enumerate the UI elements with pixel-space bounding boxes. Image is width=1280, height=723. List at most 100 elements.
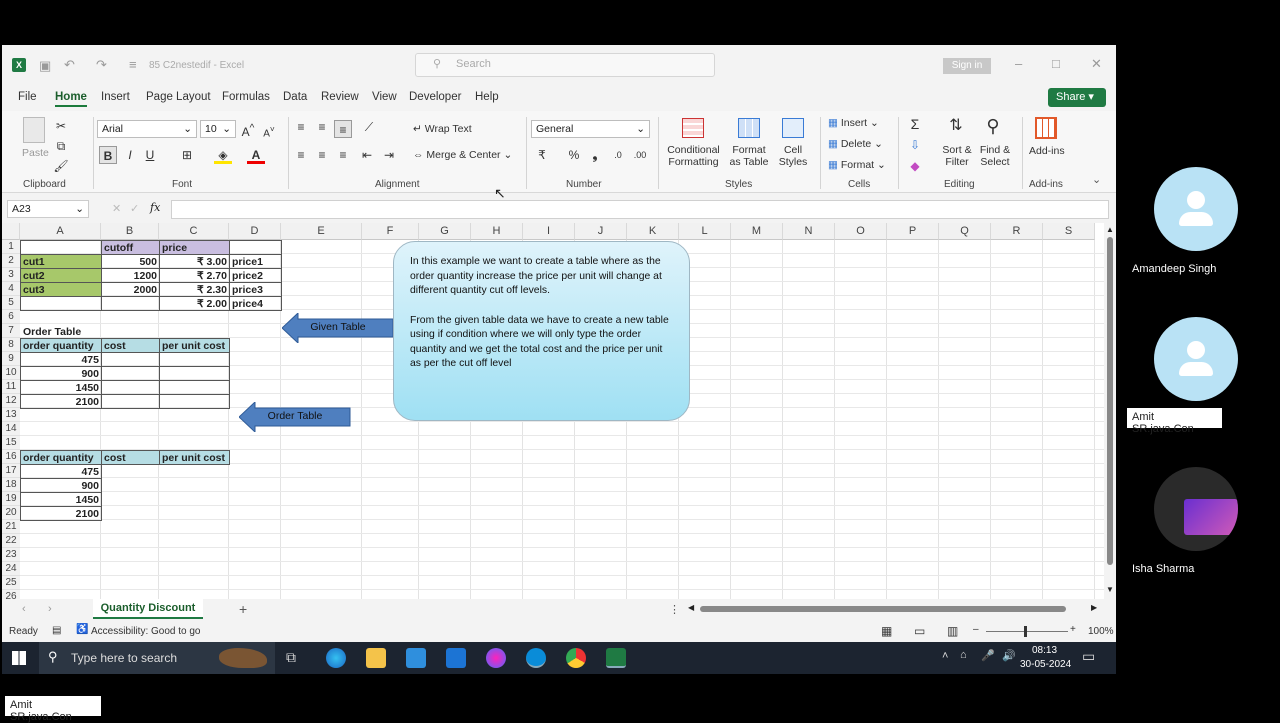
increase-indent-icon[interactable]: ⇥: [380, 146, 398, 164]
vertical-scroll-thumb[interactable]: [1107, 237, 1113, 565]
delete-cells-button[interactable]: ▦ Delete ⌄: [828, 138, 883, 150]
cell-styles-button[interactable]: Cell Styles: [774, 144, 812, 168]
underline-icon[interactable]: U: [141, 146, 159, 164]
decrease-indent-icon[interactable]: ⇤: [358, 146, 376, 164]
close-icon[interactable]: ✕: [1091, 56, 1102, 72]
mic-icon[interactable]: 🎤: [981, 649, 995, 662]
cell[interactable]: [101, 366, 160, 381]
decrease-font-icon[interactable]: A˅: [260, 120, 278, 139]
row-header[interactable]: 23: [2, 548, 20, 562]
chrome-icon[interactable]: [566, 648, 586, 668]
scroll-left-icon[interactable]: ◀: [688, 603, 694, 612]
vertical-scrollbar[interactable]: ▲ ▼: [1104, 223, 1116, 599]
cell[interactable]: [20, 240, 102, 255]
taskbar-search[interactable]: ⚲ Type here to search: [39, 642, 275, 674]
tab-insert[interactable]: Insert: [101, 91, 130, 103]
cell[interactable]: cost: [101, 338, 160, 353]
row-header[interactable]: 20: [2, 506, 20, 520]
borders-icon[interactable]: ⊞: [178, 146, 196, 164]
row-header[interactable]: 15: [2, 436, 20, 450]
insert-cells-button[interactable]: ▦ Insert ⌄: [828, 117, 879, 129]
macro-record-icon[interactable]: ▤: [52, 625, 61, 636]
row-header[interactable]: 26: [2, 590, 20, 599]
tab-view[interactable]: View: [372, 91, 397, 103]
clear-icon[interactable]: ◆: [906, 157, 924, 175]
horizontal-scroll-thumb[interactable]: [700, 606, 1066, 612]
column-header[interactable]: K: [627, 223, 679, 240]
cell[interactable]: [101, 380, 160, 395]
row-header[interactable]: 10: [2, 366, 20, 380]
cell[interactable]: ₹ 2.70: [159, 268, 230, 283]
cell[interactable]: [159, 394, 230, 409]
cell[interactable]: ₹ 3.00: [159, 254, 230, 269]
sort-filter-icon[interactable]: ⇅: [947, 117, 965, 135]
clock-time[interactable]: 08:13: [1032, 645, 1057, 656]
font-name-select[interactable]: Arial ⌄: [97, 120, 197, 138]
search-input[interactable]: ⚲ Search: [415, 53, 715, 77]
column-header[interactable]: P: [887, 223, 939, 240]
cell[interactable]: 500: [101, 254, 160, 269]
cell[interactable]: price: [159, 240, 230, 255]
cancel-icon[interactable]: ✕: [112, 202, 121, 215]
conditional-formatting-button[interactable]: Conditional Formatting: [666, 144, 721, 168]
function-icon[interactable]: fx: [150, 201, 160, 214]
row-header[interactable]: 5: [2, 296, 20, 310]
cell[interactable]: [20, 296, 102, 311]
row-header[interactable]: 11: [2, 380, 20, 394]
column-header[interactable]: E: [281, 223, 362, 240]
increase-decimal-icon[interactable]: .0: [609, 146, 627, 164]
save-icon[interactable]: ▣: [39, 58, 51, 74]
percent-icon[interactable]: %: [565, 146, 583, 164]
row-header[interactable]: 9: [2, 352, 20, 366]
mail-icon[interactable]: [446, 648, 466, 668]
column-header[interactable]: Q: [939, 223, 991, 240]
cell[interactable]: ₹ 2.00: [159, 296, 230, 311]
find-select-button[interactable]: Find & Select: [976, 144, 1014, 168]
skype-icon[interactable]: [526, 648, 546, 668]
row-header[interactable]: 19: [2, 492, 20, 506]
increase-font-icon[interactable]: A^: [239, 120, 257, 139]
cell-styles-icon[interactable]: [782, 118, 804, 138]
name-box[interactable]: A23 ⌄: [7, 200, 89, 218]
share-button[interactable]: Share ▾: [1048, 88, 1106, 107]
row-header[interactable]: 1: [2, 240, 20, 254]
cell[interactable]: price2: [229, 268, 282, 283]
cell[interactable]: [101, 394, 160, 409]
find-icon[interactable]: ⚲: [984, 117, 1002, 135]
row-header[interactable]: 13: [2, 408, 20, 422]
addins-icon[interactable]: [1035, 117, 1057, 139]
callout-textbox[interactable]: In this example we want to create a tabl…: [393, 241, 690, 421]
align-bottom-icon[interactable]: ≡: [334, 120, 352, 138]
file-explorer-icon[interactable]: [366, 648, 386, 668]
accessibility-status[interactable]: Accessibility: Good to go: [91, 626, 201, 637]
sort-filter-button[interactable]: Sort & Filter: [940, 144, 974, 168]
align-middle-icon[interactable]: ≡: [313, 118, 331, 136]
cell[interactable]: price1: [229, 254, 282, 269]
column-header[interactable]: G: [419, 223, 471, 240]
minimize-icon[interactable]: –: [1015, 56, 1022, 71]
decrease-decimal-icon[interactable]: .00: [631, 146, 649, 164]
signin-button[interactable]: Sign in: [943, 58, 991, 74]
cell[interactable]: 900: [20, 478, 102, 493]
cell[interactable]: cost: [101, 450, 160, 465]
maximize-icon[interactable]: □: [1052, 56, 1060, 71]
align-top-icon[interactable]: ≡: [292, 118, 310, 136]
cell[interactable]: cut1: [20, 254, 102, 269]
network-icon[interactable]: ⌂: [960, 649, 967, 661]
cell[interactable]: [101, 352, 160, 367]
column-header[interactable]: M: [731, 223, 783, 240]
tab-data[interactable]: Data: [283, 91, 307, 103]
clock-date[interactable]: 30-05-2024: [1020, 659, 1071, 670]
cell[interactable]: 475: [20, 352, 102, 367]
tab-help[interactable]: Help: [475, 91, 499, 103]
cell[interactable]: cut3: [20, 282, 102, 297]
column-header[interactable]: H: [471, 223, 523, 240]
font-size-select[interactable]: 10 ⌄: [200, 120, 236, 138]
column-header[interactable]: O: [835, 223, 887, 240]
conditional-formatting-icon[interactable]: [682, 118, 704, 138]
row-header[interactable]: 3: [2, 268, 20, 282]
zoom-in-icon[interactable]: +: [1070, 624, 1076, 635]
edge-icon[interactable]: [326, 648, 346, 668]
store-icon[interactable]: [406, 648, 426, 668]
align-center-icon[interactable]: ≡: [313, 146, 331, 164]
